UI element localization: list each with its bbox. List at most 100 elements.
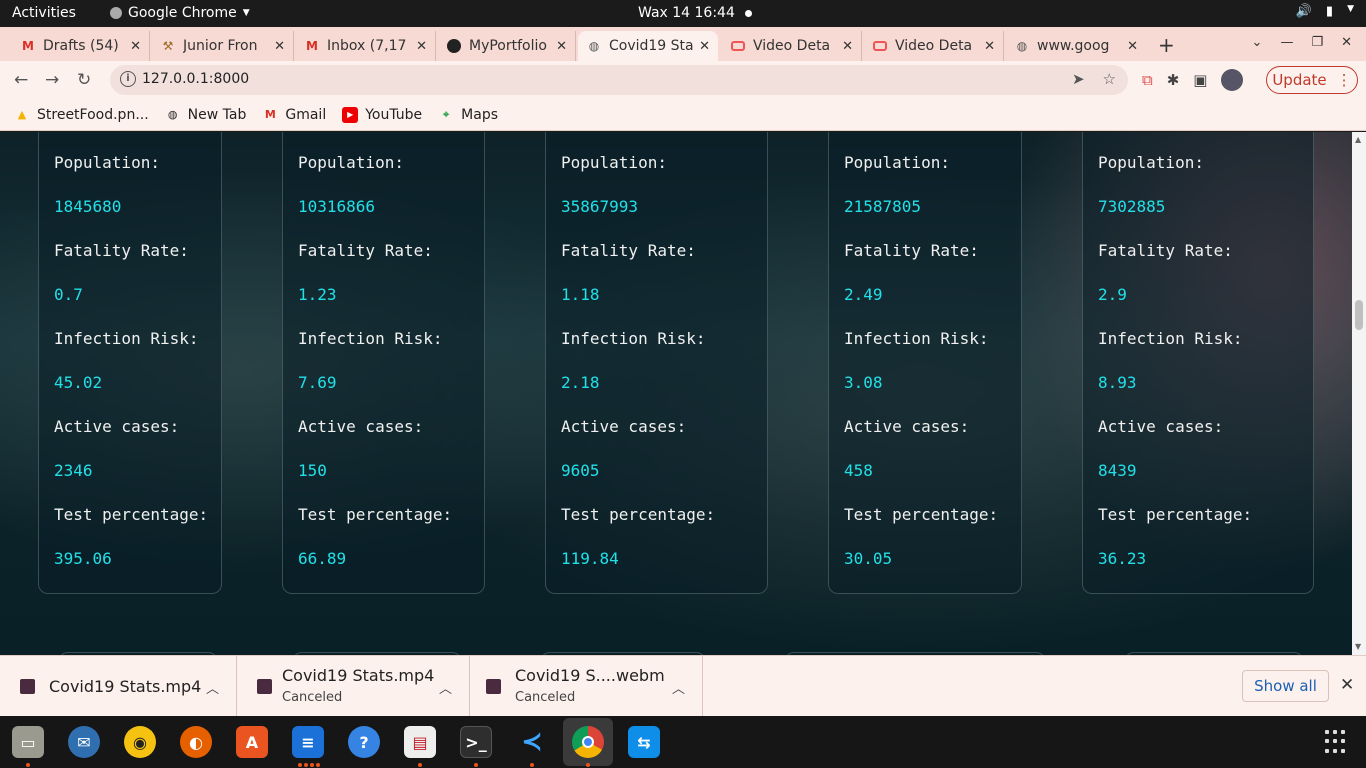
forward-icon[interactable]: → xyxy=(45,70,59,90)
firefox-icon[interactable]: ◐ xyxy=(180,726,212,758)
tab-video-details-2[interactable]: Video Deta ✕ xyxy=(864,31,1004,61)
tab-drafts[interactable]: M Drafts (54) ✕ xyxy=(12,31,150,61)
video-file-icon xyxy=(486,679,501,694)
help-icon[interactable]: ? xyxy=(348,726,380,758)
bookmark-streetfood[interactable]: ▲ StreetFood.pn... xyxy=(14,107,149,123)
close-icon[interactable]: ✕ xyxy=(274,39,285,54)
url-text[interactable]: 127.0.0.1:8000 xyxy=(142,71,249,87)
chevron-up-icon[interactable]: ︿ xyxy=(672,678,685,697)
update-button[interactable]: Update ⋮ xyxy=(1266,66,1358,94)
page-scrollbar[interactable]: ▲ ▼ xyxy=(1352,132,1366,655)
bookmark-new-tab[interactable]: ◍ New Tab xyxy=(165,107,247,123)
minimize-icon[interactable]: — xyxy=(1280,35,1293,50)
extensions-puzzle-icon[interactable]: ✱ xyxy=(1167,71,1180,89)
vscode-icon[interactable]: ≺ xyxy=(516,726,548,758)
tab-covid19-stats[interactable]: ◍ Covid19 Sta ✕ xyxy=(578,31,718,61)
close-icon[interactable]: ✕ xyxy=(1127,39,1138,54)
scroll-down-icon[interactable]: ▼ xyxy=(1355,642,1361,651)
scrollbar-thumb[interactable] xyxy=(1355,300,1363,330)
close-icon[interactable]: ✕ xyxy=(842,39,853,54)
clock[interactable]: Wax 14 16:44 xyxy=(638,5,752,21)
infection-label: Infection Risk: xyxy=(298,329,443,348)
tab-google[interactable]: ◍ www.goog ✕ xyxy=(1006,31,1146,61)
show-all-downloads-button[interactable]: Show all xyxy=(1242,670,1329,702)
rhythmbox-icon[interactable]: ◉ xyxy=(124,726,156,758)
close-icon[interactable]: ✕ xyxy=(130,39,141,54)
site-info-icon[interactable]: i xyxy=(120,71,136,87)
fatality-label: Fatality Rate: xyxy=(298,241,433,260)
video-icon xyxy=(872,38,888,54)
system-tray[interactable]: 🔊 ▮ ▼ xyxy=(1296,4,1354,19)
chevron-down-icon: ▼ xyxy=(1347,4,1354,14)
bookmark-label: StreetFood.pn... xyxy=(37,106,149,123)
bookmark-maps[interactable]: ⌖ Maps xyxy=(438,107,498,123)
extension-badge-icon[interactable]: ⧉ xyxy=(1142,71,1153,89)
terminal-icon[interactable]: >_ xyxy=(460,726,492,758)
document-viewer-icon[interactable]: ▤ xyxy=(404,726,436,758)
gmail-icon: M xyxy=(22,39,34,53)
reload-icon[interactable]: ↻ xyxy=(77,70,91,90)
new-tab-button[interactable]: + xyxy=(1158,33,1175,57)
video-icon xyxy=(730,38,746,54)
github-icon xyxy=(446,38,462,54)
close-shelf-icon[interactable]: ✕ xyxy=(1340,675,1354,695)
chevron-down-icon: ▼ xyxy=(242,8,250,18)
download-item[interactable]: Covid19 Stats.mp4 Canceled ︿ xyxy=(237,656,470,717)
youtube-icon: ▶ xyxy=(342,106,359,123)
thunderbird-icon[interactable]: ✉ xyxy=(68,726,100,758)
tab-inbox[interactable]: M Inbox (7,17 ✕ xyxy=(296,31,436,61)
tab-junior-frontend[interactable]: ⚒ Junior Fron ✕ xyxy=(152,31,294,61)
show-applications-icon[interactable] xyxy=(1325,730,1349,754)
update-label: Update xyxy=(1272,71,1327,89)
side-panel-icon[interactable]: ▣ xyxy=(1193,71,1207,89)
active-label: Active cases: xyxy=(844,417,970,436)
app-menu[interactable]: Google Chrome ▼ xyxy=(110,5,250,21)
tab-title: Junior Fron xyxy=(183,38,258,54)
chrome-icon[interactable] xyxy=(572,726,604,758)
files-icon[interactable]: ▭ xyxy=(12,726,44,758)
address-bar[interactable]: i 127.0.0.1:8000 ➤ ☆ xyxy=(110,65,1128,95)
close-window-icon[interactable]: ✕ xyxy=(1341,35,1352,50)
bookmark-gmail[interactable]: M Gmail xyxy=(262,107,326,123)
test-value: 395.06 xyxy=(54,549,112,568)
fatality-value: 0.7 xyxy=(54,285,83,304)
download-filename: Covid19 Stats.mp4 xyxy=(49,677,202,696)
close-icon[interactable]: ✕ xyxy=(984,39,995,54)
restore-icon[interactable]: ❐ xyxy=(1311,35,1323,50)
download-item[interactable]: Covid19 S....webm Canceled ︿ xyxy=(470,656,703,717)
download-status: Canceled xyxy=(515,690,576,705)
activities-button[interactable]: Activities xyxy=(12,5,76,21)
population-label: Population: xyxy=(1098,153,1204,172)
chevron-up-icon[interactable]: ︿ xyxy=(439,678,452,697)
active-label: Active cases: xyxy=(561,417,687,436)
chevron-up-icon[interactable]: ︿ xyxy=(206,678,219,697)
scroll-up-icon[interactable]: ▲ xyxy=(1355,135,1361,144)
fatality-label: Fatality Rate: xyxy=(54,241,189,260)
download-filename: Covid19 Stats.mp4 xyxy=(282,666,435,685)
libreoffice-writer-icon[interactable]: ≡ xyxy=(292,726,324,758)
active-value: 9605 xyxy=(561,461,600,480)
bookmark-star-icon[interactable]: ☆ xyxy=(1103,70,1116,88)
country-card: Population: 35867993 Fatality Rate: 1.18… xyxy=(545,132,768,594)
infection-label: Infection Risk: xyxy=(561,329,706,348)
tab-search-icon[interactable]: ⌄ xyxy=(1252,35,1263,50)
teamviewer-icon[interactable]: ⇆ xyxy=(628,726,660,758)
bookmark-label: YouTube xyxy=(365,106,423,123)
globe-icon: ◍ xyxy=(1016,39,1028,53)
close-icon[interactable]: ✕ xyxy=(416,39,427,54)
test-value: 66.89 xyxy=(298,549,347,568)
tab-title: Video Deta xyxy=(753,38,831,54)
running-indicator xyxy=(310,763,314,767)
volume-icon: 🔊 xyxy=(1295,4,1312,19)
tab-video-details-1[interactable]: Video Deta ✕ xyxy=(722,31,862,61)
software-center-icon[interactable]: A xyxy=(236,726,268,758)
tab-myportfolio[interactable]: MyPortfolio ✕ xyxy=(438,31,576,61)
download-item[interactable]: Covid19 Stats.mp4 ︿ xyxy=(0,656,237,717)
test-value: 36.23 xyxy=(1098,549,1147,568)
bookmark-youtube[interactable]: ▶ YouTube xyxy=(342,106,423,123)
send-icon[interactable]: ➤ xyxy=(1072,70,1085,88)
profile-avatar[interactable] xyxy=(1221,69,1244,91)
close-icon[interactable]: ✕ xyxy=(556,39,567,54)
back-icon[interactable]: ← xyxy=(14,70,28,90)
close-icon[interactable]: ✕ xyxy=(699,39,710,54)
